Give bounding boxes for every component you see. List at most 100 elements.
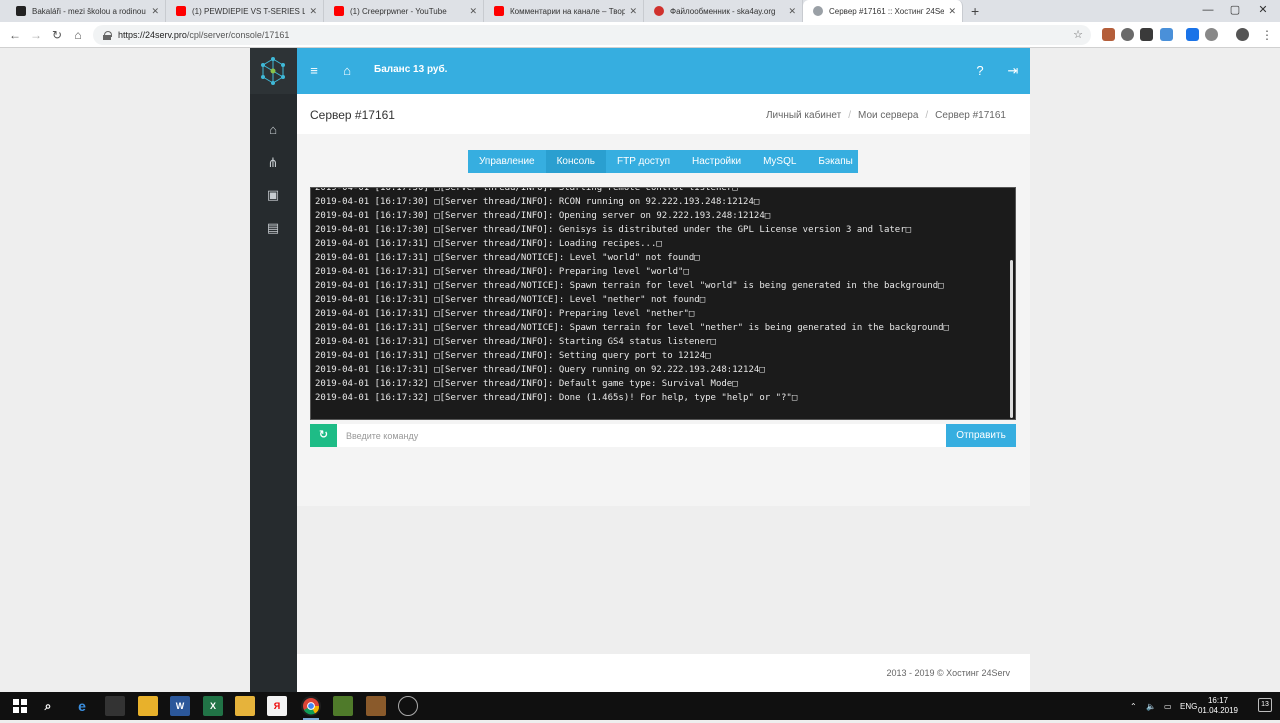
close-tab-icon[interactable]: ✕ — [948, 6, 956, 17]
command-row: ↻ Отправить — [310, 424, 1016, 447]
tray-chevron-icon[interactable]: ⌃ — [1130, 692, 1137, 720]
forward-arrow-icon[interactable]: → — [27, 26, 45, 44]
search-icon[interactable]: ⌕ — [38, 696, 58, 716]
console-line: 2019-04-01 [16:17:31] □[Server thread/NO… — [315, 323, 949, 333]
help-icon[interactable]: ? — [970, 61, 990, 81]
breadcrumb-my-servers[interactable]: Мои сервера — [858, 110, 918, 121]
home-icon[interactable]: ⌂ — [69, 26, 87, 44]
browser-tab-creeprpwner[interactable]: (1) Creeprpwner - YouTube ✕ — [324, 0, 484, 22]
notifications-badge[interactable]: 13 — [1258, 698, 1272, 712]
breadcrumb-separator: / — [848, 110, 851, 121]
console-line: 2019-04-01 [16:17:31] □[Server thread/NO… — [315, 295, 706, 305]
close-tab-icon[interactable]: ✕ — [629, 6, 637, 17]
word-icon[interactable]: W — [170, 696, 190, 716]
refresh-icon[interactable]: ↻ — [310, 424, 337, 447]
extension-icon[interactable] — [1186, 28, 1199, 41]
tab-settings[interactable]: Настройки — [681, 150, 752, 173]
send-button[interactable]: Отправить — [946, 424, 1016, 447]
extension-icon[interactable] — [1102, 28, 1115, 41]
minecraft-icon[interactable] — [333, 696, 353, 716]
console-output[interactable]: 2019-04-01 [16:17:30] □[Server thread/IN… — [310, 187, 1016, 420]
minecraft-launcher-icon[interactable] — [366, 696, 386, 716]
command-input[interactable] — [337, 424, 947, 447]
hamburger-menu-icon[interactable]: ≡ — [304, 61, 324, 81]
console-scrollbar[interactable] — [1010, 260, 1013, 418]
volume-icon[interactable]: 🔈 — [1146, 692, 1156, 720]
console-line: 2019-04-01 [16:17:30] □[Server thread/IN… — [315, 187, 738, 193]
youtube-icon — [334, 6, 344, 16]
lock-icon — [103, 31, 112, 40]
address-bar[interactable]: https://24serv.pro /cpl/server/console/1… — [93, 25, 1091, 45]
main-content: Управление Консоль FTP доступ Настройки … — [297, 134, 1030, 506]
extension-icon[interactable] — [1121, 28, 1134, 41]
console-line: 2019-04-01 [16:17:32] □[Server thread/IN… — [315, 393, 798, 403]
bakalari-favicon-icon — [16, 6, 26, 16]
server-tabs: Управление Консоль FTP доступ Настройки … — [468, 150, 858, 173]
wallet-icon[interactable]: ▣ — [263, 185, 283, 205]
extension-icon[interactable] — [1205, 28, 1218, 41]
home-icon[interactable]: ⌂ — [337, 61, 357, 81]
bookmark-star-icon[interactable]: ☆ — [1073, 28, 1083, 41]
breadcrumb: Личный кабинет / Мои сервера / Сервер #1… — [766, 110, 1006, 121]
youtube-icon — [176, 6, 186, 16]
excel-icon[interactable]: X — [203, 696, 223, 716]
reload-icon[interactable]: ↻ — [48, 26, 66, 44]
new-tab-button[interactable]: + — [971, 3, 979, 19]
browser-tabstrip: Bakaláři - mezi školou a rodinou ✕ (1) P… — [0, 0, 1280, 22]
extension-icon[interactable] — [1160, 28, 1173, 41]
browser-tab-ska4ay[interactable]: Файлообменник - ska4ay.org ✕ — [644, 0, 803, 22]
edge-icon[interactable]: e — [72, 696, 92, 716]
browser-tab-comments[interactable]: Комментарии на канале – Твор ✕ — [484, 0, 644, 22]
close-tab-icon[interactable]: ✕ — [151, 6, 159, 17]
logo[interactable] — [250, 48, 297, 94]
steam-icon[interactable] — [398, 696, 418, 716]
console-line: 2019-04-01 [16:17:32] □[Server thread/IN… — [315, 379, 738, 389]
logout-icon[interactable]: ⇥ — [1003, 61, 1023, 81]
menu-dots-icon[interactable]: ⋮ — [1258, 26, 1276, 44]
tab-backups[interactable]: Бэкапы — [807, 150, 863, 173]
browser-tab-server-active[interactable]: Сервер #17161 :: Хостинг 24Serv ✕ — [803, 0, 963, 22]
breadcrumb-cabinet[interactable]: Личный кабинет — [766, 110, 841, 121]
yandex-icon[interactable]: Я — [267, 696, 287, 716]
extension-icon[interactable] — [1140, 28, 1153, 41]
tab-mysql[interactable]: MySQL — [752, 150, 807, 173]
maximize-icon[interactable]: ▢ — [1220, 0, 1250, 22]
console-line: 2019-04-01 [16:17:30] □[Server thread/IN… — [315, 197, 760, 207]
home-icon[interactable]: ⌂ — [263, 120, 283, 140]
globe-icon — [813, 6, 823, 16]
close-tab-icon[interactable]: ✕ — [309, 6, 317, 17]
url-path: /cpl/server/console/17161 — [186, 30, 290, 40]
breadcrumb-current-server: Сервер #17161 — [935, 110, 1006, 121]
tab-ftp[interactable]: FTP доступ — [606, 150, 681, 173]
profile-avatar[interactable] — [1236, 28, 1249, 41]
tab-management[interactable]: Управление — [468, 150, 546, 173]
browser-tab-title: (1) PEWDIEPIE VS T-SERIES LIVE — [192, 6, 306, 16]
file-explorer-icon[interactable] — [235, 696, 255, 716]
clock-date: 01.04.2019 — [1197, 706, 1238, 715]
console-line: 2019-04-01 [16:17:31] □[Server thread/IN… — [315, 337, 716, 347]
browser-tab-bakalari[interactable]: Bakaláři - mezi školou a rodinou ✕ — [6, 0, 166, 22]
browser-tab-pewdiepie[interactable]: (1) PEWDIEPIE VS T-SERIES LIVE ✕ — [166, 0, 324, 22]
tab-console[interactable]: Консоль — [545, 150, 607, 173]
minimize-icon[interactable]: — — [1193, 0, 1223, 22]
close-window-icon[interactable]: ✕ — [1248, 0, 1278, 22]
windows-start-icon[interactable] — [10, 696, 30, 716]
close-tab-icon[interactable]: ✕ — [469, 6, 477, 17]
console-line: 2019-04-01 [16:17:31] □[Server thread/IN… — [315, 309, 695, 319]
network-icon[interactable]: ▭ — [1164, 692, 1172, 720]
store-icon[interactable] — [138, 696, 158, 716]
console-line: 2019-04-01 [16:17:31] □[Server thread/IN… — [315, 239, 662, 249]
language-indicator[interactable]: ENG — [1180, 692, 1197, 720]
url-host: https://24serv.pro — [118, 30, 187, 40]
close-tab-icon[interactable]: ✕ — [788, 6, 796, 17]
browser-tab-title: Bakaláři - mezi školou a rodinou — [32, 6, 146, 16]
balance-label[interactable]: Баланс 13 руб. — [374, 64, 447, 75]
chat-icon[interactable]: ▤ — [263, 218, 283, 238]
mail-icon[interactable] — [105, 696, 125, 716]
clock[interactable]: 16:17 01.04.2019 — [1198, 696, 1238, 716]
clock-time: 16:17 — [1207, 696, 1228, 705]
servers-icon[interactable]: ⋔ — [263, 153, 283, 173]
web-page: ⌂ ⋔ ▣ ▤ ≡ ⌂ Баланс 13 руб. ? ⇥ Сервер #1… — [0, 48, 1280, 692]
back-arrow-icon[interactable]: ← — [6, 26, 24, 44]
chrome-icon[interactable] — [301, 696, 321, 720]
